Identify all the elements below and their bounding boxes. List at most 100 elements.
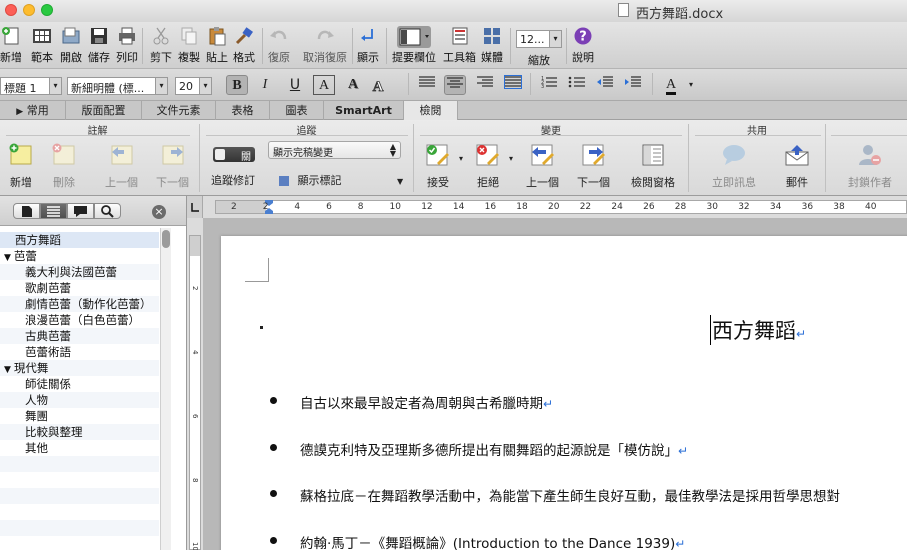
previous-comment-button[interactable]: 上一個 [105, 142, 138, 190]
close-window-button[interactable] [5, 4, 17, 16]
bullet-item-text[interactable]: 約翰‧馬丁－《舞蹈概論》(Introduction to the Dance 1… [300, 532, 685, 550]
markup-display-select[interactable]: 顯示完稿變更 ▲ ▼ [268, 141, 401, 159]
document-heading[interactable]: 西方舞蹈↵ [710, 315, 806, 345]
sidebar-item[interactable]: 浪漫芭蕾（白色芭蕾） [0, 312, 159, 328]
undo-button[interactable]: 復原 [268, 26, 290, 65]
show-markup-label: 顯示標記 [297, 174, 342, 187]
show-markup-button[interactable]: 顯示標記 ▼ [278, 172, 403, 188]
next-comment-button[interactable]: 下一個 [156, 142, 189, 190]
horizontal-ruler[interactable]: 2 2 4 6 8 10 12 14 16 18 20 22 24 26 28 30 32 34 36 38 40 [215, 200, 907, 214]
font-color-button[interactable]: A [660, 75, 682, 95]
bold-button[interactable]: B [226, 75, 248, 95]
tab-layout[interactable]: 版面配置 [66, 101, 142, 120]
help-button[interactable]: ? 說明 [572, 26, 594, 65]
paste-button[interactable]: 貼上 [206, 26, 228, 65]
zoom-select[interactable]: 12... ▾ [516, 30, 562, 48]
tab-stop-selector[interactable] [187, 196, 203, 218]
outline-button[interactable]: A [313, 75, 335, 95]
save-button[interactable]: 儲存 [88, 26, 110, 65]
bullet-item-text[interactable]: 自古以來最早設定者為周朝與古希臘時期↵ [300, 392, 553, 412]
reject-change-button[interactable]: 拒絕 ▾ [475, 142, 513, 190]
minimize-window-button[interactable] [23, 4, 35, 16]
text-effects-button[interactable]: A [368, 75, 390, 96]
sidebar-item[interactable]: ▼ 現代舞 [0, 360, 159, 376]
ruler-tick-label: 20 [548, 202, 560, 212]
italic-button[interactable]: I [254, 75, 276, 95]
style-select[interactable]: 標題 1 ▾ [0, 77, 62, 95]
disclosure-triangle-icon[interactable]: ▼ [4, 365, 11, 375]
new-document-button[interactable]: 新增 [0, 26, 22, 65]
search-tab[interactable] [94, 203, 121, 219]
paste-label: 貼上 [206, 51, 228, 64]
print-button[interactable]: 列印 [116, 26, 138, 65]
sidebar-item[interactable]: 義大利與法國芭蕾 [0, 264, 159, 280]
next-change-button[interactable]: 下一個 [577, 142, 610, 190]
reviewing-pane-button[interactable]: 檢閱窗格 [631, 142, 675, 190]
increase-indent-button[interactable] [622, 75, 644, 95]
mail-button[interactable]: 郵件 [784, 142, 810, 190]
sidebar-item[interactable]: 劇情芭蕾（動作化芭蕾） [0, 296, 159, 312]
maximize-window-button[interactable] [41, 4, 53, 16]
previous-change-button[interactable]: 上一個 [526, 142, 559, 190]
tab-document-elements[interactable]: 文件元素 [142, 101, 216, 120]
sidebar-item[interactable]: 舞團 [0, 408, 159, 424]
justify-button[interactable] [502, 75, 524, 95]
underline-button[interactable]: U [284, 75, 306, 95]
sidebar-item[interactable]: 芭蕾術語 [0, 344, 159, 360]
scrollbar-thumb[interactable] [162, 230, 170, 248]
disclosure-triangle-icon[interactable]: ▼ [4, 253, 11, 263]
sidebar-item[interactable]: 西方舞蹈 [0, 232, 159, 248]
open-button[interactable]: 開啟 [60, 26, 82, 65]
new-comment-button[interactable]: 新增 [8, 142, 34, 190]
cut-button[interactable]: 剪下 [150, 26, 172, 65]
numbered-list-button[interactable]: 123 [538, 75, 560, 95]
sidebar-item[interactable]: 其他 [0, 440, 159, 456]
document-map-tab[interactable] [40, 203, 67, 219]
vertical-ruler[interactable]: 2 4 6 8 10 [189, 235, 201, 550]
tab-smartart[interactable]: SmartArt [324, 101, 404, 120]
copy-button[interactable]: 複製 [178, 26, 200, 65]
bullet-item-text[interactable]: 蘇格拉底－在舞蹈教學活動中，為能當下產生師生良好互動，最佳教學法是採用哲學思想對 [300, 485, 840, 505]
updown-chevron-icon: ▲ ▼ [389, 142, 396, 158]
media-button[interactable]: 媒體 [481, 26, 503, 65]
text-effects-icon: A [372, 79, 384, 96]
sidebar-item[interactable]: 人物 [0, 392, 159, 408]
sidebar-button[interactable]: 提要欄位 [392, 26, 436, 65]
delete-comment-button[interactable]: 刪除 [51, 142, 77, 190]
align-right-button[interactable] [474, 75, 496, 95]
tab-charts[interactable]: 圖表 [270, 101, 324, 120]
decrease-indent-button[interactable] [594, 75, 616, 95]
thumbnail-view-tab[interactable] [13, 203, 40, 219]
redo-button[interactable]: 取消復原 [303, 26, 347, 65]
toolbox-button[interactable]: 工具箱 [443, 26, 476, 65]
block-authors-button[interactable]: 封鎖作者 [848, 142, 892, 190]
sidebar-item[interactable]: 師徒關係 [0, 376, 159, 392]
bulleted-list-button[interactable] [566, 75, 588, 95]
track-changes-toggle[interactable]: 關 [213, 147, 255, 163]
align-center-button[interactable] [444, 75, 466, 95]
bullet-item-text[interactable]: 德謨克利特及亞理斯多德所提出有關舞蹈的起源說是「模仿說」↵ [300, 439, 688, 459]
align-left-button[interactable] [416, 75, 438, 95]
sidebar-scrollbar[interactable] [160, 228, 171, 550]
sidebar-item[interactable]: 比較與整理 [0, 424, 159, 440]
tab-home[interactable]: ▶ 常用 [0, 101, 66, 120]
font-color-dropdown[interactable]: ▾ [680, 75, 702, 95]
accept-change-button[interactable]: 接受 ▾ [425, 142, 463, 190]
instant-message-button[interactable]: 立即訊息 [712, 142, 756, 190]
shadow-button[interactable]: A [342, 75, 364, 95]
delete-comment-label: 刪除 [53, 176, 75, 189]
tab-review[interactable]: 檢閱 [404, 101, 458, 120]
tab-tables[interactable]: 表格 [216, 101, 270, 120]
format-painter-button[interactable]: 格式 [233, 26, 255, 65]
font-name-select[interactable]: 新細明體 (標... ▾ [67, 77, 168, 95]
crop-mark [245, 258, 269, 282]
font-size-select[interactable]: 20 ▾ [175, 77, 212, 95]
sidebar-item[interactable]: ▼ 芭蕾 [0, 248, 159, 264]
reviewing-tab[interactable] [67, 203, 94, 219]
show-hide-button[interactable]: 顯示 [357, 26, 379, 65]
sidebar-item[interactable]: 歌劇芭蕾 [0, 280, 159, 296]
templates-button[interactable]: 範本 [31, 26, 53, 65]
template-gallery-icon [33, 29, 51, 43]
close-icon[interactable]: × [152, 205, 166, 219]
sidebar-item[interactable]: 古典芭蕾 [0, 328, 159, 344]
